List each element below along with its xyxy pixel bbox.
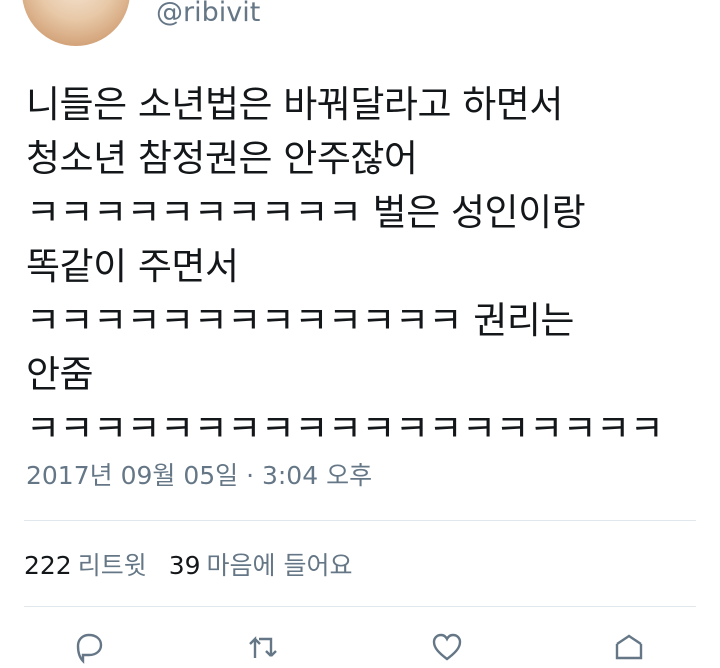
like-icon[interactable]: [430, 630, 464, 661]
likes-stat[interactable]: 39 마음에 들어요: [169, 551, 353, 580]
tweet-line: 니들은 소년법은 바꿔달라고 하면서: [26, 83, 563, 126]
tweet-timestamp[interactable]: 2017년 09월 05일 · 3:04 오후: [26, 458, 372, 494]
tweet-actions: [0, 630, 720, 664]
share-icon[interactable]: [612, 630, 646, 660]
avatar[interactable]: [22, 0, 130, 46]
tweet-stats: 222 리트윗 39 마음에 들어요: [24, 546, 353, 586]
retweets-count: 222: [24, 551, 72, 580]
tweet-text: 니들은 소년법은 바꿔달라고 하면서 청소년 참정권은 안주잖어 ㅋㅋㅋㅋㅋㅋㅋ…: [26, 78, 706, 456]
tweet-line: ㅋㅋㅋㅋㅋㅋㅋㅋㅋㅋㅋㅋㅋㅋㅋㅋㅋㅋㅋ: [26, 407, 664, 450]
divider: [24, 606, 696, 607]
author-handle[interactable]: @ribivit: [156, 0, 260, 30]
divider: [24, 520, 696, 521]
tweet-line: ㅋㅋㅋㅋㅋㅋㅋㅋㅋㅋ 벌은 성인이랑: [26, 191, 586, 234]
retweets-label: 리트윗: [77, 551, 147, 580]
retweets-stat[interactable]: 222 리트윗: [24, 551, 147, 580]
tweet-line: 청소년 참정권은 안주잖어: [26, 137, 418, 180]
likes-count: 39: [168, 551, 201, 580]
tweet-line: ㅋㅋㅋㅋㅋㅋㅋㅋㅋㅋㅋㅋㅋ 권리는: [26, 299, 574, 342]
reply-icon[interactable]: [72, 630, 106, 664]
tweet-line: 안줌: [26, 353, 94, 396]
retweet-icon[interactable]: [246, 630, 280, 660]
likes-label: 마음에 들어요: [206, 551, 353, 580]
tweet-line: 똑같이 주면서: [26, 245, 239, 288]
